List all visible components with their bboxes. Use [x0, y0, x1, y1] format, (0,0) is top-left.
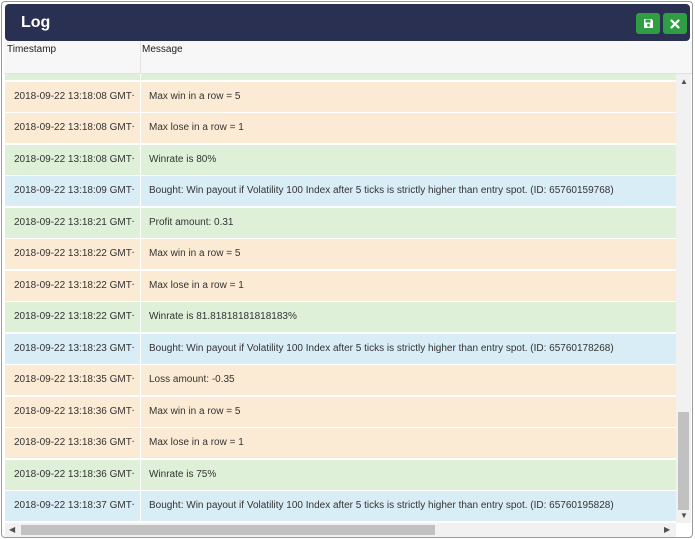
row-message: Max lose in a row = 1: [149, 122, 244, 133]
column-divider[interactable]: [140, 41, 141, 73]
table-row[interactable]: 2018-09-22 13:18:23 GMT+ Bought: Win payo…: [5, 333, 676, 365]
row-message: Loss amount: -0.35: [149, 374, 235, 385]
row-timestamp: 2018-09-22 13:18:09 GMT+: [14, 185, 134, 196]
table-row[interactable]: 2018-09-22 13:18:09 GMT+ Bought: Win payo…: [5, 176, 676, 207]
cell-divider: [140, 302, 141, 333]
row-message: Bought: Win payout if Volatility 100 Ind…: [149, 500, 614, 511]
cell-divider: [140, 428, 141, 459]
row-message: Winrate is 75%: [149, 468, 217, 480]
cell-divider: [140, 144, 141, 176]
row-message: Bought: Win payout if Volatility 100 Ind…: [149, 342, 614, 354]
arrow-right-icon[interactable]: ▶: [664, 526, 670, 534]
table-row[interactable]: 2018-09-22 13:18:22 GMT+ Max lose in a ro…: [5, 270, 676, 302]
arrow-up-icon[interactable]: ▲: [680, 78, 688, 86]
table-row[interactable]: 2018-09-22 13:18:36 GMT+ Max lose in a ro…: [5, 428, 676, 459]
horizontal-scrollbar[interactable]: ◀ ▶: [5, 523, 676, 537]
table-row[interactable]: 2018-09-22 13:18:21 GMT+ Profit amount: 0…: [5, 207, 676, 239]
cell-divider: [140, 491, 141, 522]
cell-divider: [140, 113, 141, 144]
row-timestamp: 2018-09-22 13:18:22 GMT+: [14, 248, 134, 259]
arrow-left-icon[interactable]: ◀: [9, 526, 15, 534]
cell-divider: [140, 396, 141, 428]
row-timestamp: 2018-09-22 13:18:22 GMT+: [14, 279, 134, 291]
log-table-body[interactable]: 2018-09-22 13:18:08 GMT+ Max win in a row…: [5, 74, 676, 523]
row-timestamp: 2018-09-22 13:18:36 GMT+: [14, 405, 134, 417]
table-row[interactable]: 2018-09-22 13:18:22 GMT+ Winrate is 81.81…: [5, 302, 676, 333]
table-row[interactable]: 2018-09-22 13:18:36 GMT+ Max win in a row…: [5, 396, 676, 428]
row-timestamp: 2018-09-22 13:18:08 GMT+: [14, 153, 134, 165]
table-row[interactable]: 2018-09-22 13:18:37 GMT+ Bought: Win payo…: [5, 491, 676, 522]
row-message: Max win in a row = 5: [149, 405, 241, 417]
dialog-title: Log: [21, 14, 51, 31]
row-timestamp: 2018-09-22 13:18:22 GMT+: [14, 311, 134, 322]
row-timestamp: 2018-09-22 13:18:08 GMT+: [14, 122, 134, 133]
row-message: Profit amount: 0.31: [149, 216, 234, 228]
row-timestamp: 2018-09-22 13:18:36 GMT+: [14, 468, 134, 480]
row-message: Winrate is 81.81818181818183%: [149, 311, 297, 322]
table-row[interactable]: 2018-09-22 13:18:22 GMT+ Max win in a row…: [5, 239, 676, 270]
row-timestamp: 2018-09-22 13:18:08 GMT+: [14, 90, 134, 102]
column-header-message[interactable]: Message: [142, 44, 183, 55]
table-row[interactable]: 2018-09-22 13:18:08 GMT+ Max lose in a ro…: [5, 113, 676, 144]
cell-divider: [140, 459, 141, 491]
log-dialog: Log Timestamp Message 2018-09-22 13:18:0…: [1, 1, 693, 538]
cell-divider: [140, 365, 141, 396]
row-timestamp: 2018-09-22 13:18:21 GMT+: [14, 216, 134, 228]
table-row[interactable]: 2018-09-22 13:18:36 GMT+ Winrate is 75%: [5, 459, 676, 491]
cell-divider: [140, 333, 141, 365]
row-message: Max lose in a row = 1: [149, 279, 244, 291]
save-icon: [643, 19, 653, 28]
arrow-down-icon[interactable]: ▼: [680, 512, 688, 520]
cell-divider: [140, 239, 141, 270]
cell-divider: [140, 207, 141, 239]
row-message: Max lose in a row = 1: [149, 437, 244, 448]
row-timestamp: 2018-09-22 13:18:23 GMT+: [14, 342, 134, 354]
cell-divider: [140, 74, 141, 81]
row-message: Max win in a row = 5: [149, 248, 241, 259]
table-row[interactable]: [5, 74, 676, 81]
row-message: Bought: Win payout if Volatility 100 Ind…: [149, 185, 614, 196]
row-message: Winrate is 80%: [149, 153, 217, 165]
title-bar[interactable]: Log: [5, 4, 690, 41]
table-row[interactable]: 2018-09-22 13:18:08 GMT+ Max win in a row…: [5, 81, 676, 113]
row-timestamp: 2018-09-22 13:18:35 GMT+: [14, 374, 134, 385]
cell-divider: [140, 81, 141, 113]
row-timestamp: 2018-09-22 13:18:37 GMT+: [14, 500, 134, 511]
table-row[interactable]: 2018-09-22 13:18:08 GMT+ Winrate is 80%: [5, 144, 676, 176]
vertical-scroll-thumb[interactable]: [678, 412, 689, 510]
column-header-timestamp[interactable]: Timestamp: [7, 44, 56, 55]
row-message: [149, 74, 674, 80]
row-timestamp: 2018-09-22 13:18:36 GMT+: [14, 437, 134, 448]
cell-divider: [140, 176, 141, 207]
vertical-scrollbar[interactable]: ▲ ▼: [676, 74, 691, 523]
horizontal-scroll-thumb[interactable]: [21, 525, 435, 535]
row-message: Max win in a row = 5: [149, 90, 241, 102]
table-header: Timestamp Message: [4, 41, 692, 74]
close-icon: [670, 18, 680, 29]
save-button[interactable]: [636, 13, 660, 34]
table-row[interactable]: 2018-09-22 13:18:35 GMT+ Loss amount: -0.…: [5, 365, 676, 396]
cell-divider: [140, 270, 141, 302]
close-button[interactable]: [663, 13, 687, 34]
row-timestamp: [14, 74, 134, 80]
